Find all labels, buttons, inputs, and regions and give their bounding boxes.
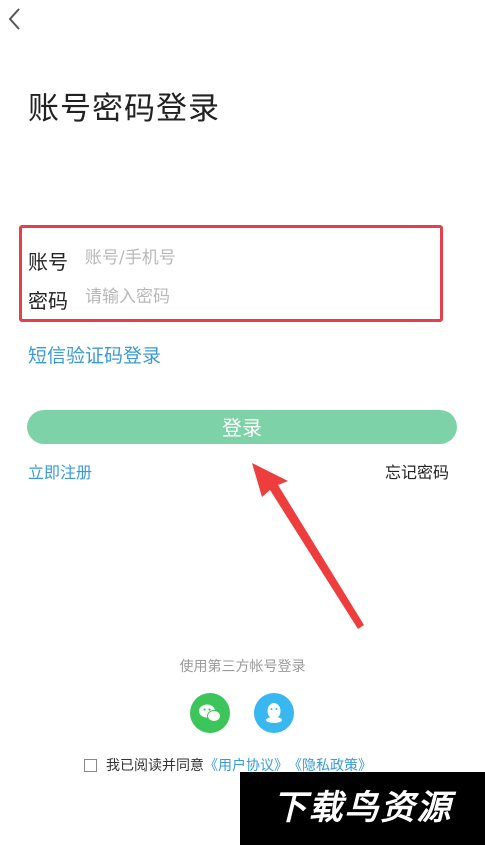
qq-login-button[interactable]: [254, 693, 294, 733]
watermark-logo: 下载鸟资源: [240, 772, 485, 845]
password-label: 密码: [28, 289, 68, 313]
page-title: 账号密码登录: [28, 91, 220, 127]
annotation-arrow: [252, 463, 364, 629]
agreement-text: 我已阅读并同意: [106, 758, 204, 774]
account-label: 账号: [28, 250, 68, 274]
login-form-highlight: [19, 225, 443, 322]
agreement-checkbox[interactable]: [84, 758, 97, 772]
sms-login-link[interactable]: 短信验证码登录: [28, 341, 161, 368]
register-link[interactable]: 立即注册: [28, 459, 92, 483]
back-button[interactable]: [4, 6, 26, 32]
third-party-caption: 使用第三方帐号登录: [179, 659, 306, 675]
login-button[interactable]: 登录: [27, 410, 457, 444]
account-input[interactable]: [85, 248, 405, 268]
wechat-login-button[interactable]: [190, 693, 230, 733]
password-input[interactable]: [85, 287, 405, 307]
qq-icon: [266, 703, 282, 723]
forgot-password-link[interactable]: 忘记密码: [385, 459, 449, 483]
wechat-icon: [199, 704, 221, 722]
chevron-left-icon: [8, 8, 20, 30]
